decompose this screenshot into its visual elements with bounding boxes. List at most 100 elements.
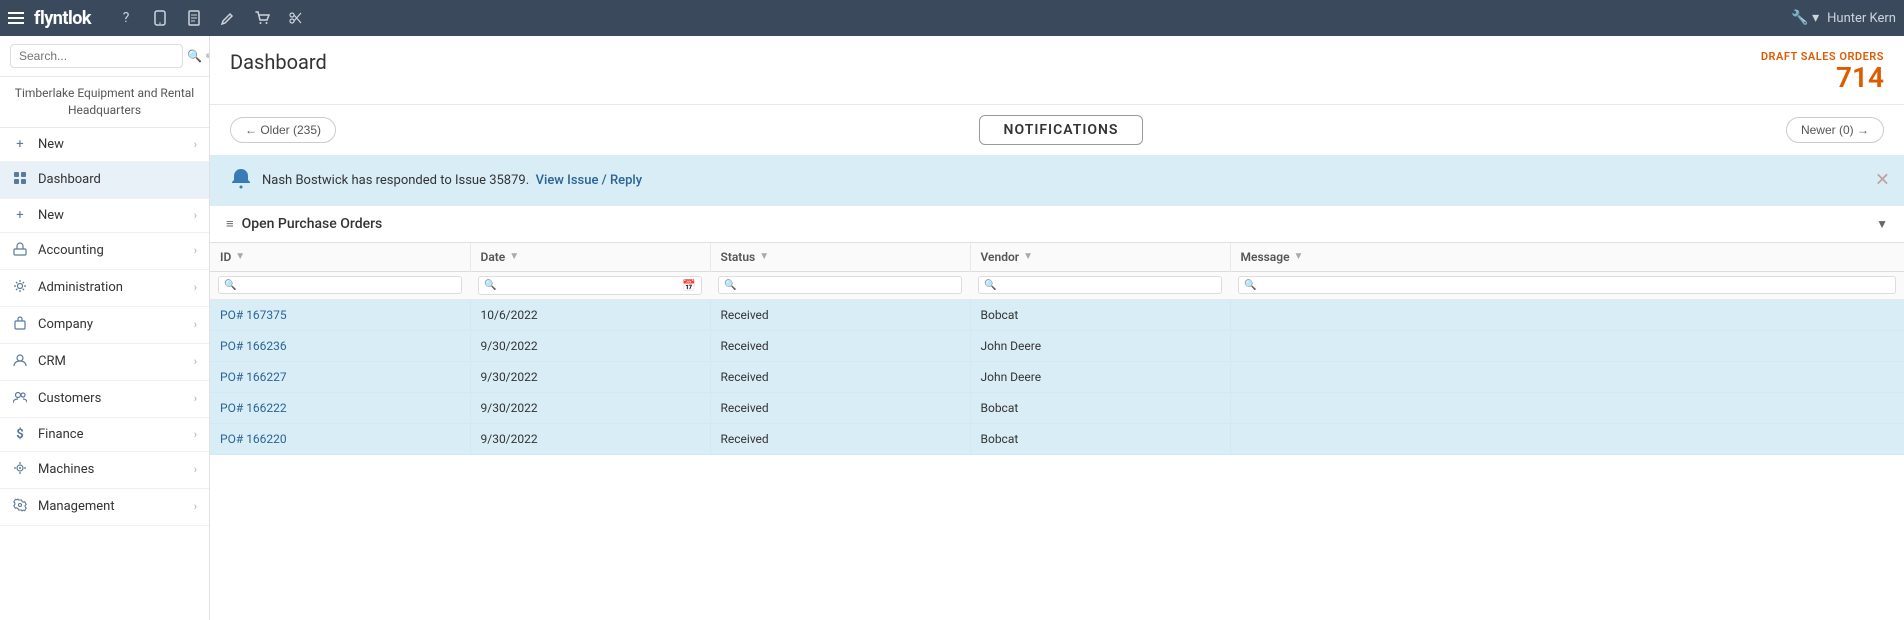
chevron-right-icon: ›	[194, 500, 197, 513]
draft-orders-count[interactable]: 714	[1761, 63, 1884, 94]
main-content: Dashboard DRAFT SALES ORDERS 714 ← Older…	[210, 36, 1904, 620]
filter-message: 🔍	[1238, 276, 1896, 294]
mobile-icon[interactable]	[145, 3, 175, 33]
cell-message	[1230, 423, 1904, 454]
chevron-right-icon: ›	[194, 318, 197, 331]
po-id-link[interactable]: PO# 166227	[220, 370, 287, 384]
filter-date: 🔍 📅	[478, 276, 702, 295]
chevron-right-icon: ›	[194, 463, 197, 476]
close-icon[interactable]: ✕	[1875, 170, 1890, 191]
filter-icon[interactable]: ▼	[1023, 251, 1033, 262]
table-row: PO# 166236 9/30/2022 Received John Deere	[210, 330, 1904, 361]
cell-date: 9/30/2022	[470, 392, 710, 423]
topnav-right: 🔧 ▾ Hunter Kern	[1791, 10, 1896, 26]
filter-icon[interactable]: ▼	[759, 251, 769, 262]
sidebar-item-crm[interactable]: CRM ›	[0, 344, 209, 381]
help-icon[interactable]: ?	[111, 3, 141, 33]
cell-vendor: Bobcat	[970, 299, 1230, 330]
older-button[interactable]: ← Older (235)	[230, 117, 336, 143]
chevron-right-icon: ›	[194, 281, 197, 294]
sidebar-item-customers[interactable]: Customers ›	[0, 381, 209, 418]
user-name[interactable]: Hunter Kern	[1827, 11, 1896, 26]
th-id[interactable]: ID ▼	[210, 243, 470, 272]
sidebar-item-new[interactable]: + New ›	[0, 199, 209, 233]
purchase-orders-section: ≡ Open Purchase Orders ▼ ID ▼	[210, 206, 1904, 455]
logo[interactable]: flyntlok	[8, 8, 91, 29]
sidebar-item-label: New	[38, 137, 194, 152]
cell-status: Received	[710, 423, 970, 454]
chevron-right-icon: ›	[194, 244, 197, 257]
sidebar-item-label: Management	[38, 499, 194, 514]
cart-icon[interactable]	[247, 3, 277, 33]
filter-status: 🔍	[718, 276, 962, 294]
nav-icons: ?	[111, 3, 311, 33]
cell-status: Received	[710, 330, 970, 361]
filter-icon[interactable]: ▼	[509, 251, 519, 262]
filter-status-input[interactable]	[736, 279, 956, 291]
chevron-right-icon: ›	[194, 428, 197, 441]
sidebar-item-label: CRM	[38, 354, 194, 369]
search-icon: 🔍	[484, 280, 496, 291]
plus-icon: +	[12, 137, 28, 152]
cell-id: PO# 166220	[210, 423, 470, 454]
search-input[interactable]	[10, 44, 183, 68]
bell-icon	[230, 167, 252, 194]
finance-icon: $	[12, 427, 28, 442]
wrench-icon[interactable]: 🔧 ▾	[1791, 10, 1819, 26]
chevron-down-icon[interactable]: ▼	[1876, 217, 1888, 231]
view-issue-link[interactable]: View Issue / Reply	[536, 173, 642, 188]
cell-vendor: John Deere	[970, 361, 1230, 392]
sidebar-item-company[interactable]: Company ›	[0, 307, 209, 344]
cell-vendor: Bobcat	[970, 392, 1230, 423]
po-id-link[interactable]: PO# 166222	[220, 401, 287, 415]
hamburger-icon[interactable]	[8, 12, 24, 24]
sidebar-item-administration[interactable]: Administration ›	[0, 270, 209, 307]
sidebar-item-label: Customers	[38, 391, 194, 406]
document-icon[interactable]	[179, 3, 209, 33]
th-vendor[interactable]: Vendor ▼	[970, 243, 1230, 272]
filter-icon[interactable]: ▼	[235, 251, 245, 262]
filter-id-input[interactable]	[236, 279, 456, 291]
newer-button[interactable]: Newer (0) →	[1786, 117, 1884, 143]
filter-message-input[interactable]	[1256, 279, 1890, 291]
sidebar-item-dashboard[interactable]: Dashboard	[0, 162, 209, 199]
management-icon	[12, 498, 28, 516]
plus-icon: +	[12, 208, 28, 223]
edit-icon[interactable]	[213, 3, 243, 33]
po-id-link[interactable]: PO# 166236	[220, 339, 287, 353]
search-icon[interactable]: 🔍	[187, 49, 202, 63]
po-id-link[interactable]: PO# 167375	[220, 308, 287, 322]
filter-date-input[interactable]	[496, 279, 682, 291]
filter-vendor-input[interactable]	[996, 279, 1216, 291]
sidebar-item-finance[interactable]: $ Finance ›	[0, 418, 209, 452]
cell-id: PO# 166222	[210, 392, 470, 423]
sidebar-item-accounting[interactable]: Accounting ›	[0, 233, 209, 270]
cell-message	[1230, 330, 1904, 361]
sidebar-item-label: New	[38, 208, 194, 223]
po-section-title: Open Purchase Orders	[242, 216, 383, 232]
filter-icon[interactable]: ▼	[1294, 251, 1304, 262]
sidebar-item-label: Machines	[38, 462, 194, 477]
po-id-link[interactable]: PO# 166220	[220, 432, 287, 446]
th-date[interactable]: Date ▼	[470, 243, 710, 272]
cell-id: PO# 167375	[210, 299, 470, 330]
admin-icon	[12, 279, 28, 297]
calendar-icon[interactable]: 📅	[682, 279, 696, 292]
notification-text: Nash Bostwick has responded to Issue 358…	[262, 173, 1884, 188]
sidebar-item-management[interactable]: Management ›	[0, 489, 209, 526]
sidebar-item-label: Accounting	[38, 243, 194, 258]
table-row: PO# 167375 10/6/2022 Received Bobcat	[210, 299, 1904, 330]
search-icon: 🔍	[724, 280, 736, 291]
th-message[interactable]: Message ▼	[1230, 243, 1904, 272]
filter-id: 🔍	[218, 276, 462, 294]
po-section-header: ≡ Open Purchase Orders ▼	[210, 206, 1904, 243]
sidebar-item-machines[interactable]: Machines ›	[0, 452, 209, 489]
scissors-icon[interactable]	[281, 3, 311, 33]
page-title: Dashboard	[230, 50, 1761, 74]
notifications-nav: ← Older (235) NOTIFICATIONS Newer (0) →	[210, 105, 1904, 155]
sidebar-item-new-top[interactable]: + New ›	[0, 128, 209, 162]
customers-icon	[12, 390, 28, 408]
filter-vendor: 🔍	[978, 276, 1222, 294]
th-status[interactable]: Status ▼	[710, 243, 970, 272]
cell-status: Received	[710, 361, 970, 392]
